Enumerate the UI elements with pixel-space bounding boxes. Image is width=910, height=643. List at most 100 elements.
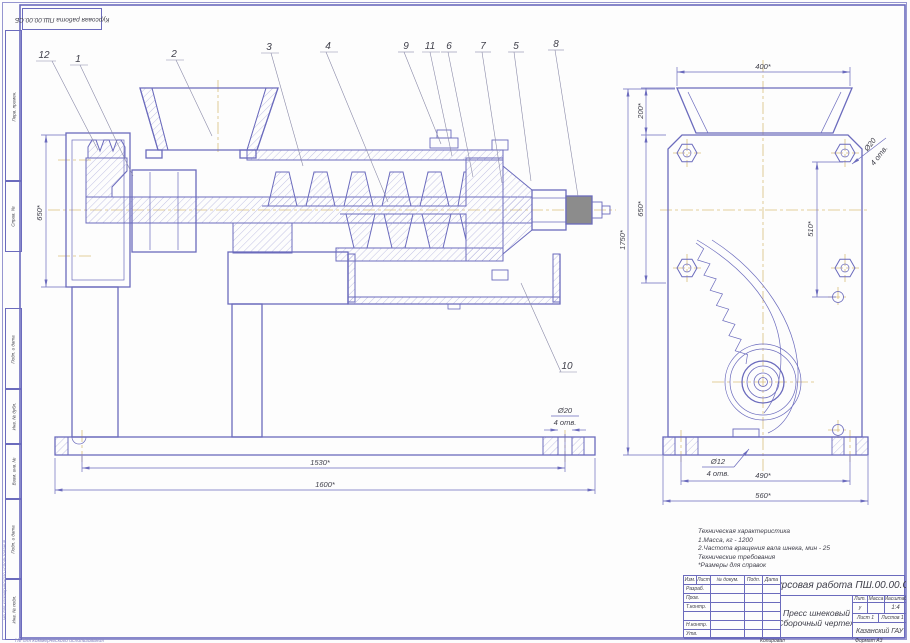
tb-row-utv: Утв. — [684, 630, 711, 639]
tech-specs-line: *Размеры для справок — [698, 562, 898, 571]
callout-4: 4 — [325, 41, 331, 52]
margin-box-perv-primen: Перв. примен. — [5, 30, 22, 182]
dim-front-total-height: 1750* — [618, 229, 627, 250]
screw-lower — [340, 214, 466, 248]
hopper-wall-right — [247, 88, 278, 150]
main-thin-lines — [72, 88, 572, 455]
screw-upper — [262, 172, 466, 206]
front-view: 400* 200* 650* 1750* 510* Ø20 4 отв. Ø12… — [618, 60, 890, 505]
guard-curve-2 — [712, 240, 798, 433]
pulley-grooves — [88, 140, 125, 158]
dim-main-length-total: 1600* — [315, 480, 336, 489]
tb-row-razrab: Разраб. — [684, 585, 711, 594]
tb-sheet: Лист 1 — [853, 614, 879, 623]
cover-detail-2 — [437, 130, 451, 138]
tech-specs-line: 2.Частота вращения вала шнека, мин - 25 — [698, 545, 898, 554]
copy-label: Копировал — [760, 638, 785, 643]
drawing-sheet: 12 1 2 3 4 9 11 6 7 5 8 10 650* 1530* — [0, 0, 910, 643]
dim-main-hole-dia: Ø20 — [557, 406, 573, 415]
tb-title-line2: Сборочный чертеж — [781, 618, 853, 628]
dim-front-top-width: 400* — [755, 62, 772, 71]
front-thin-lines — [675, 92, 856, 455]
margin-box-vzam-inv: Взам. инв. № — [5, 443, 22, 500]
tray-wall-bottom — [348, 297, 560, 304]
callout-6: 6 — [446, 41, 452, 52]
tech-specs-line: Технические требования — [698, 554, 898, 563]
tb-lit-value: у — [853, 603, 868, 614]
callout-8: 8 — [553, 39, 559, 50]
stud-bottom — [492, 270, 508, 280]
press-nut — [566, 196, 592, 224]
tray-tab — [448, 304, 460, 309]
callout-1: 1 — [75, 54, 81, 65]
tech-specs-line: Техническая характеристика — [698, 528, 898, 537]
tb-col-izm: Изм. — [684, 576, 697, 585]
stamp-text: Курсовая работа ПШ.00.00.СБ — [15, 16, 109, 23]
base-hatch-1 — [55, 437, 68, 455]
format-label: Формат A3 — [855, 638, 882, 643]
tb-sheets: Листов 1 — [879, 614, 906, 623]
flange-right-lower — [466, 223, 503, 261]
front-base-hatch — [663, 437, 868, 455]
front-hopper — [677, 88, 852, 133]
dim-front-base-inner: 490* — [755, 471, 772, 480]
front-body — [668, 135, 862, 437]
tray-wall-right — [553, 254, 560, 302]
centerlines-main — [48, 80, 616, 462]
dim-main-length-inner: 1530* — [310, 458, 331, 467]
flange-right-upper — [466, 158, 503, 197]
tb-scale-value: 1:4 — [885, 603, 906, 614]
watermark-left: Не для коммерческого использования — [2, 540, 7, 620]
tb-row-tkontr: Т.контр. — [684, 603, 711, 612]
cover-detail-1 — [430, 138, 458, 148]
dim-front-body-height: 650* — [636, 200, 645, 217]
tb-col-podp: Подп. — [745, 576, 763, 585]
main-view: 12 1 2 3 4 9 11 6 7 5 8 10 650* 1530* — [35, 39, 616, 494]
front-bolts — [677, 144, 855, 435]
watermark-bottom: Не для коммерческого использования — [15, 638, 104, 643]
title-block: Изм. Лист № докум. Подп. Дата Разраб. Пр… — [683, 575, 905, 638]
dim-front-hopper-height: 200* — [636, 102, 645, 120]
guard-curve-1 — [697, 240, 781, 413]
tb-row-prov: Пров. — [684, 594, 711, 603]
callout-3: 3 — [266, 42, 272, 53]
tb-col-doc: № докум. — [711, 576, 745, 585]
left-leg — [72, 287, 118, 437]
gearbox-housing — [228, 252, 348, 304]
tb-mass-label: Масса — [868, 596, 885, 603]
tb-row-nkontr: Н.контр. — [684, 621, 711, 630]
dim-main-height: 650* — [35, 204, 44, 221]
hopper-flange-l — [146, 150, 162, 158]
pulley-hub — [86, 158, 127, 197]
middle-leg — [232, 304, 262, 437]
tb-organization: Казанский ГАУ — [853, 623, 906, 639]
tb-title: Пресс шнековый Сборочный чертеж — [781, 596, 853, 639]
dim-front-base-width: 560* — [755, 491, 772, 500]
callout-10: 10 — [561, 361, 573, 372]
margin-box-podp-data-1: Подп. и дата — [5, 308, 22, 390]
margin-box-inv-dubl: Инв. № дубл. — [5, 388, 22, 445]
base-plate — [55, 437, 595, 455]
press-cone — [503, 166, 532, 254]
dim-front-foot-dia: Ø12 — [710, 457, 726, 466]
dim-front-inner-height: 510* — [806, 220, 815, 237]
tb-scale-label: Масштаб — [885, 596, 906, 603]
hopper-wall-left — [140, 88, 168, 150]
base-hatch-3 — [572, 437, 584, 455]
tb-col-data: Дата — [763, 576, 781, 585]
dim-main-hole-count: 4 отв. — [554, 418, 577, 427]
margin-box-inv-podl: Инв. № подл. — [5, 578, 22, 640]
main-outlines — [55, 88, 610, 455]
tray-wall-left — [348, 254, 355, 302]
callout-11: 11 — [425, 41, 435, 52]
margin-box-sprav-no: Справ. № — [5, 180, 22, 252]
callout-9: 9 — [403, 41, 409, 52]
callout-12: 12 — [38, 50, 50, 61]
stud-top — [492, 140, 508, 150]
barrel-top-wall — [247, 150, 503, 160]
callout-5: 5 — [513, 41, 519, 52]
guard-foot — [733, 429, 759, 437]
tb-lit-label: Лит. — [853, 596, 868, 603]
base-hatch-2 — [543, 437, 558, 455]
tb-doc-number: Курсовая работа ПШ.00.00.СБ — [781, 576, 906, 596]
